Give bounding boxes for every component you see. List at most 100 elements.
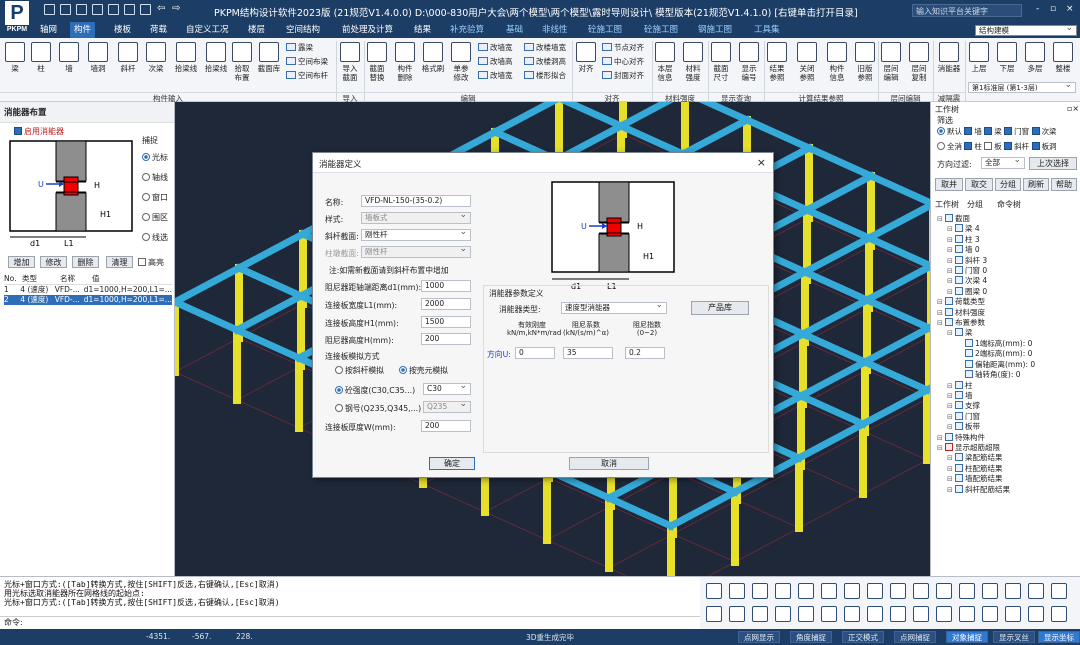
user-icon[interactable] xyxy=(140,4,151,15)
clear-button[interactable]: 清理 xyxy=(106,256,133,268)
intersect-button[interactable]: 取交 xyxy=(965,178,993,191)
zoom-window-icon[interactable] xyxy=(982,583,998,599)
tree-item[interactable]: 1端标高(mm): 0 xyxy=(937,338,1035,349)
filter-sec-beam[interactable]: 次梁 xyxy=(1031,127,1057,136)
floor-copy-button[interactable]: 层间复制 xyxy=(908,42,930,82)
back-icon[interactable] xyxy=(982,606,998,622)
tree-item[interactable]: ⊟ 梁配筋结果 xyxy=(937,453,1035,463)
h1-input[interactable]: 1500 xyxy=(421,316,471,328)
tab-group[interactable]: 分组 xyxy=(967,199,983,210)
direction-filter-select[interactable]: 全部 xyxy=(981,157,1025,169)
file-icon[interactable] xyxy=(124,4,135,15)
delete-button[interactable]: 删除 xyxy=(72,256,99,268)
single-param-button[interactable]: 单参修改 xyxy=(450,42,472,82)
clipboard-icon[interactable] xyxy=(108,4,119,15)
measure-icon[interactable] xyxy=(821,606,837,622)
undo-icon[interactable]: ⇦ xyxy=(157,3,165,14)
tree-item[interactable]: ⊟ 柱配筋结果 xyxy=(937,463,1035,474)
pan-icon[interactable] xyxy=(890,583,906,599)
zoom-icon[interactable] xyxy=(867,583,883,599)
table-row[interactable]: 14 (速度) VFD-... d1=1000,H=200,L1=... xyxy=(4,285,172,295)
add-button[interactable]: 增加 xyxy=(8,256,35,268)
table-row-selected[interactable]: 24 (速度) VFD-... d1=1000,H=200,L1=... xyxy=(4,295,172,305)
save-icon[interactable] xyxy=(44,4,55,15)
wall-button[interactable]: 墙 xyxy=(58,42,80,73)
old-ref-button[interactable]: 旧版参照 xyxy=(854,42,876,82)
status-toggle-button[interactable]: 正交模式 xyxy=(842,631,884,643)
damper-type-select[interactable]: 速度型消能器 xyxy=(561,302,667,314)
sim-brace-radio[interactable]: 按斜杆模拟 xyxy=(335,365,384,376)
move-icon[interactable] xyxy=(775,606,791,622)
tree-item[interactable]: ⊟ 柱 xyxy=(937,380,1035,391)
modify-button[interactable]: 修改 xyxy=(40,256,67,268)
redo-icon[interactable]: ⇨ xyxy=(172,3,180,14)
maximize-button[interactable]: ▫ xyxy=(1050,4,1056,14)
show-number-button[interactable]: 显示编号 xyxy=(738,42,760,82)
concrete-radio[interactable]: 砼强度(C30,C35...) xyxy=(335,385,415,396)
d1-input[interactable]: 1000 xyxy=(421,280,471,292)
column-section-select[interactable]: 刚性杆 xyxy=(361,246,471,258)
floor-edit-button[interactable]: 层间编辑 xyxy=(880,42,902,82)
tree-item[interactable]: 偏轴距离(mm): 0 xyxy=(937,359,1035,370)
fit-icon[interactable] xyxy=(913,583,929,599)
mirror-icon[interactable] xyxy=(798,606,814,622)
status-toggle-button[interactable]: 角度捕捉 xyxy=(790,631,832,643)
h-input[interactable]: 200 xyxy=(421,333,471,345)
enable-damper-checkbox[interactable]: 启用消能器 xyxy=(14,126,64,137)
capture-line[interactable]: 线选 xyxy=(142,232,168,243)
status-toggle-button[interactable]: 对象捕捉 xyxy=(946,631,988,643)
filter-icon[interactable] xyxy=(959,606,975,622)
shape-fit-button[interactable]: 楼形拟合 xyxy=(524,70,566,81)
brush-icon[interactable] xyxy=(867,606,883,622)
dialog-close-button[interactable]: × xyxy=(757,156,766,169)
copy-icon[interactable] xyxy=(729,606,745,622)
change-wall-height-button[interactable]: 改墙高 xyxy=(478,56,513,67)
change-wall-width-button[interactable]: 改墙宽 xyxy=(478,42,513,53)
tab-result[interactable]: 结果 xyxy=(410,22,435,38)
wall-opening-button[interactable]: 墙洞 xyxy=(86,42,110,73)
tree-item[interactable]: ⊟ 特殊构件 xyxy=(937,432,1035,443)
floor-info-button[interactable]: 本层信息 xyxy=(654,42,676,82)
tree-item[interactable]: ⊟ 门窗 0 xyxy=(937,266,1035,276)
pick-place-button[interactable]: 拾取布置 xyxy=(232,42,252,82)
damper-button[interactable]: 消能器 xyxy=(935,42,963,73)
section-size-button[interactable]: 截面尺寸 xyxy=(710,42,732,82)
capture-cursor[interactable]: 光标 xyxy=(142,152,168,163)
status-toggle-button[interactable]: 显示坐标 xyxy=(1038,631,1080,643)
ring-beam-button[interactable]: 露梁 xyxy=(286,42,313,53)
print-icon[interactable] xyxy=(92,4,103,15)
space-brace-button[interactable]: 空间布杆 xyxy=(286,70,328,81)
tree-item[interactable]: ⊟ 墙 xyxy=(937,390,1035,401)
tree-item[interactable]: 2端标高(mm): 0 xyxy=(937,349,1035,359)
style-select[interactable]: 墙板式 xyxy=(361,212,471,224)
refresh-button[interactable]: 刷新 xyxy=(1023,178,1049,191)
name-input[interactable]: VFD-NL-150-(35-0.2) xyxy=(361,195,471,207)
tree-item[interactable]: ⊟ 门窗 xyxy=(937,411,1035,422)
dwg-icon[interactable] xyxy=(1051,583,1067,599)
capture-window[interactable]: 窗口 xyxy=(142,192,168,203)
change-opening-height-button[interactable]: 改楼洞高 xyxy=(524,56,566,67)
steel-radio[interactable]: 钢号(Q235,Q345,...) xyxy=(335,403,421,414)
tab-preprocess[interactable]: 前处理及计算 xyxy=(338,22,397,38)
tree-item[interactable]: ⊟ 荷载类型 xyxy=(937,297,1035,307)
grid-icon[interactable] xyxy=(890,606,906,622)
align-button[interactable]: 对齐 xyxy=(576,42,596,73)
material-strength-button[interactable]: 材料强度 xyxy=(682,42,704,82)
list-icon[interactable] xyxy=(1028,606,1044,622)
delete-member-button[interactable]: 构件删除 xyxy=(394,42,416,82)
import-section-button[interactable]: 导入截面 xyxy=(339,42,361,82)
front-view-icon[interactable] xyxy=(752,583,768,599)
sim-shell-radio[interactable]: 按壳元模拟 xyxy=(399,365,448,376)
forward-icon[interactable] xyxy=(1005,606,1021,622)
exponent-input[interactable]: 0.2 xyxy=(625,347,665,359)
side-view-icon[interactable] xyxy=(775,583,791,599)
filter-slab[interactable]: 板 xyxy=(984,142,1002,151)
concrete-select[interactable]: C30 xyxy=(423,383,471,395)
tree-item[interactable]: ⊟ 布置参数 xyxy=(937,318,1035,328)
filter-none[interactable]: 全消 xyxy=(937,142,962,151)
whole-building-button[interactable]: 整楼 xyxy=(1052,42,1074,73)
window-icon[interactable] xyxy=(936,583,952,599)
text-size-up-icon[interactable] xyxy=(1005,583,1021,599)
damping-input[interactable]: 35 xyxy=(563,347,613,359)
tree-item[interactable]: ⊟ 梁 4 xyxy=(937,224,1035,234)
